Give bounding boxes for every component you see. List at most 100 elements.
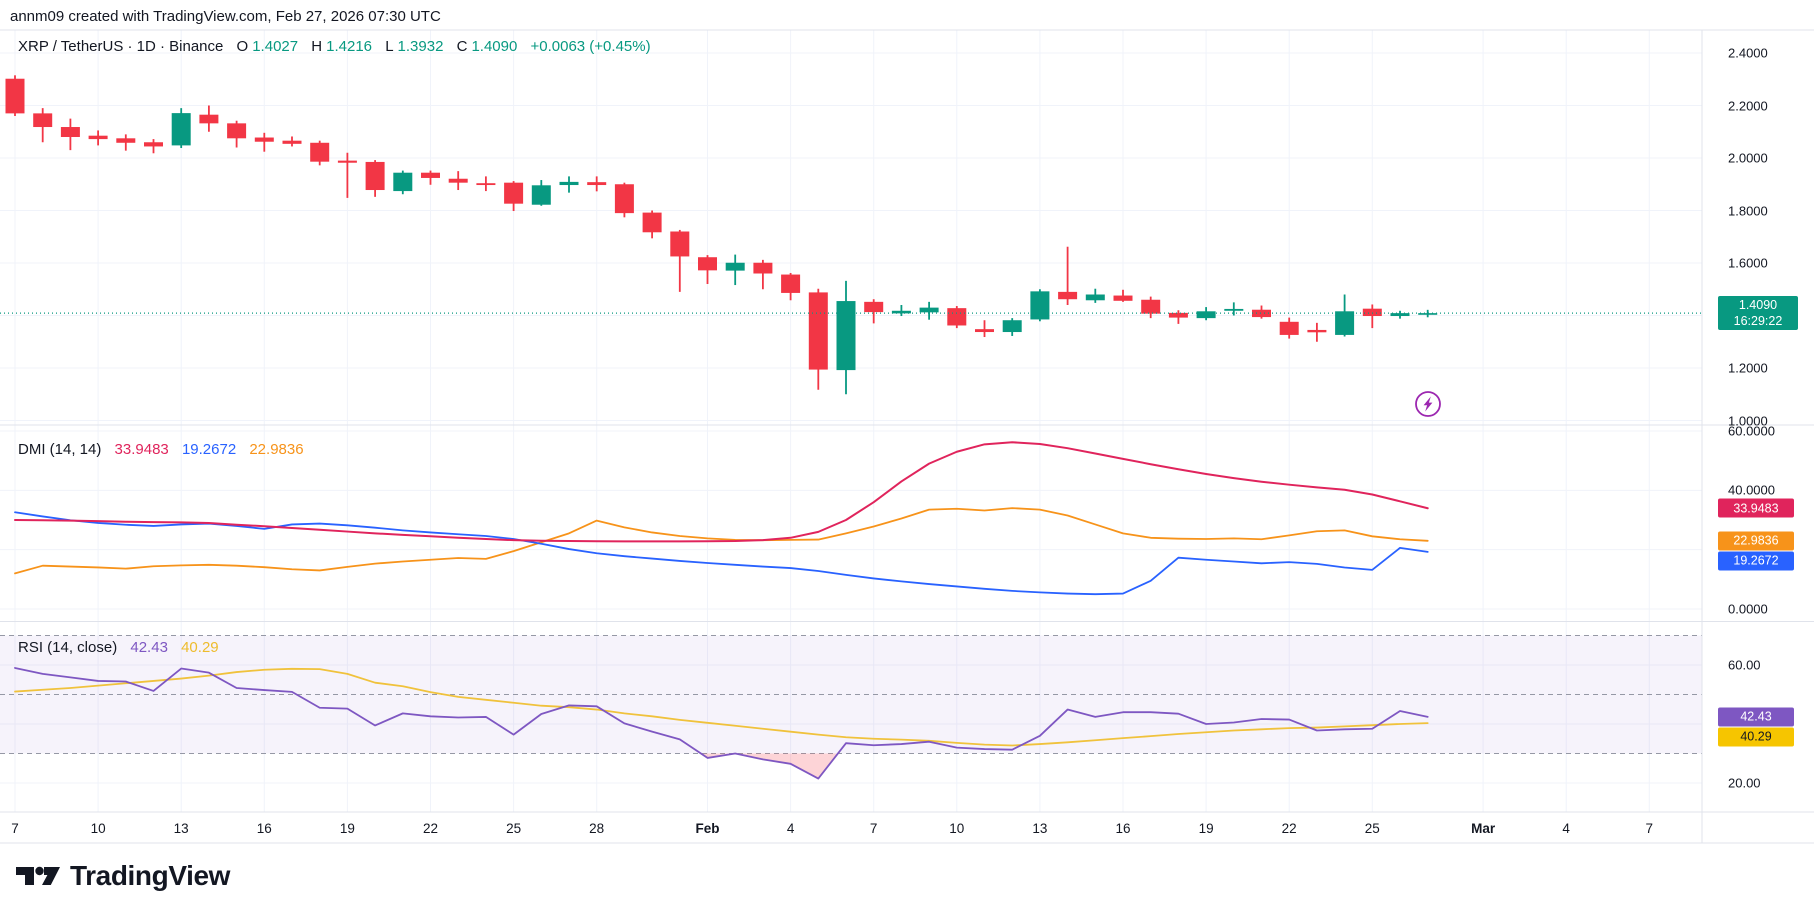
time-axis-label: 19 [1176,821,1236,836]
candle-body [753,263,772,274]
candle-body [615,184,634,213]
candle-body [6,79,25,114]
symbol-legend[interactable]: XRP / TetherUS · 1D · Binance O1.4027 H1… [18,38,655,55]
lightning-icon[interactable] [1416,392,1440,416]
candle-body [1224,309,1243,311]
time-axis-label: 7 [844,821,904,836]
candle-body [366,162,385,190]
candle-body [227,123,246,138]
time-axis-label: 10 [927,821,987,836]
rsi-legend[interactable]: RSI (14, close) 42.43 40.29 [18,639,223,656]
candle-body [310,143,329,162]
candle-body [1335,311,1354,335]
bar-countdown: 16:29:22 [1734,313,1783,329]
tradingview-logo[interactable]: TradingView [14,860,230,892]
time-axis-label: 4 [761,821,821,836]
time-axis-label: 16 [1093,821,1153,836]
candle-body [560,182,579,185]
tradingview-logo-icon [14,862,62,890]
rsi-ma-value: 40.29 [181,639,219,656]
candle-body [670,232,689,257]
candle-body [89,136,108,139]
candle-body [947,308,966,325]
rsi-axis-label: 60.00 [1728,658,1761,673]
current-price-badge: 1.409016:29:22 [1718,296,1798,330]
candle-body [449,179,468,183]
candle-body [1141,300,1160,314]
candle-body [781,275,800,293]
time-axis-label: 19 [317,821,377,836]
dmi-axis-label: 40.0000 [1728,483,1775,498]
candle-body [255,138,274,142]
current-price-value: 1.4090 [1739,297,1777,313]
tradingview-logo-text: TradingView [70,860,230,892]
rsi-value-badge: 40.29 [1718,727,1794,746]
time-axis[interactable]: 710131619222528Feb47101316192225Mar47 [0,812,1702,845]
dmi-value-badge: 19.2672 [1718,551,1794,570]
dmi-value-badge: 33.9483 [1718,499,1794,518]
symbol-title: XRP / TetherUS · 1D · Binance [18,38,223,55]
candle-body [920,308,939,313]
candle-body [864,302,883,312]
candle-body [1418,313,1437,315]
candle-body [1114,296,1133,301]
open-label: O [237,38,249,55]
candle-body [837,301,856,370]
time-axis-label: 13 [1010,821,1070,836]
time-axis-label: 7 [0,821,45,836]
time-axis-label: 16 [234,821,294,836]
close-value: 1.4090 [471,38,517,55]
dmi-adx-value: 33.9483 [115,441,169,458]
price-axis-label: 2.2000 [1728,98,1768,113]
candle-body [809,292,828,369]
candle-body [587,182,606,185]
price-axis-label: 1.2000 [1728,361,1768,376]
candle-body [476,183,495,185]
low-value: 1.3932 [398,38,444,55]
price-axis-label: 1.6000 [1728,256,1768,271]
tradingview-chart-page: { "header": {"attribution": "annm09 crea… [0,0,1814,920]
time-axis-label: 13 [151,821,211,836]
open-value: 1.4027 [252,38,298,55]
candle-body [1086,295,1105,301]
dmi-title: DMI (14, 14) [18,441,101,458]
high-value: 1.4216 [326,38,372,55]
candle-body [338,161,357,163]
high-label: H [311,38,322,55]
rsi-axis-label: 20.00 [1728,776,1761,791]
close-label: C [457,38,468,55]
candle-body [532,185,551,204]
candle-body [1197,311,1216,318]
time-axis-label: 25 [1342,821,1402,836]
candle-body [144,142,163,146]
candle-body [504,183,523,204]
rsi-value-badge: 42.43 [1718,707,1794,726]
candle-body [975,329,994,332]
change-value: +0.0063 (+0.45%) [531,38,651,55]
candle-body [421,173,440,178]
candle-body [61,127,80,137]
price-axis[interactable]: 2.40002.20002.00001.80001.60001.20001.00… [1702,0,1814,850]
dmi-plus-di-value: 19.2672 [182,441,236,458]
candle-body [698,257,717,270]
candle-body [643,213,662,233]
candle-body [393,173,412,191]
chart-canvas[interactable] [0,0,1814,920]
candle-body [726,263,745,271]
candle-body [1169,313,1188,318]
time-axis-label: Mar [1453,821,1513,836]
candle-body [1003,320,1022,332]
time-axis-label: 10 [68,821,128,836]
price-axis-label: 2.0000 [1728,151,1768,166]
dmi-minus-di-value: 22.9836 [249,441,303,458]
rsi-value: 42.43 [130,639,168,656]
time-axis-label: 25 [484,821,544,836]
time-axis-label: 22 [1259,821,1319,836]
candle-body [1363,309,1382,316]
time-axis-label: 28 [567,821,627,836]
dmi-axis-label: 60.0000 [1728,423,1775,438]
time-axis-label: Feb [678,821,738,836]
dmi-legend[interactable]: DMI (14, 14) 33.9483 19.2672 22.9836 [18,441,308,458]
candle-body [1280,322,1299,335]
rsi-title: RSI (14, close) [18,639,117,656]
